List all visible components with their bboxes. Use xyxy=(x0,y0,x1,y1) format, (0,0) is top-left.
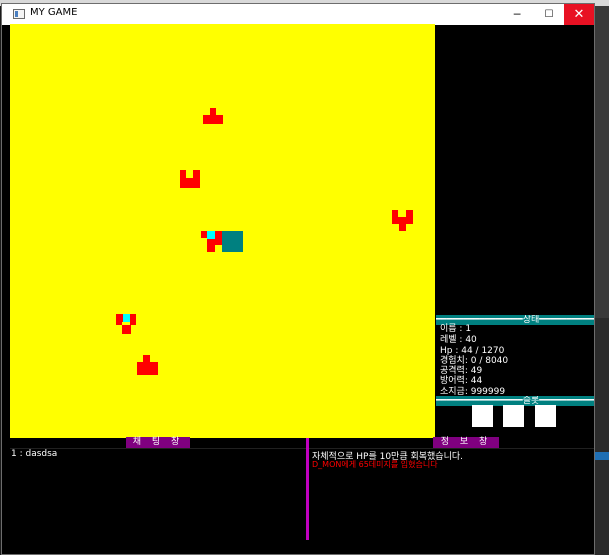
background-app xyxy=(595,318,609,555)
title-bar[interactable]: MY GAME ─ ☐ ✕ xyxy=(2,4,594,25)
player-gap xyxy=(201,245,207,252)
info-line-damage: D_MON에게 65데미지를 입혔습니다 xyxy=(312,460,438,469)
monster-part xyxy=(406,210,413,217)
window-title: MY GAME xyxy=(30,7,78,18)
monster-body xyxy=(203,115,223,124)
player-gap xyxy=(201,238,207,245)
slot-label-3: 3 xyxy=(537,405,543,415)
monster-body xyxy=(137,362,158,375)
monster-core xyxy=(123,314,130,322)
stat-defense: 방어력: 44 xyxy=(440,376,483,386)
stat-name: 이름 : 1 xyxy=(440,324,472,334)
slot-label-1: 1 xyxy=(473,405,479,415)
monster xyxy=(392,210,398,217)
maximize-button[interactable]: ☐ xyxy=(536,4,562,25)
app-icon xyxy=(13,9,25,19)
close-button[interactable]: ✕ xyxy=(564,4,594,25)
game-map[interactable] xyxy=(10,24,435,438)
monster-body xyxy=(180,178,200,188)
slot-label-2: 2 xyxy=(505,405,511,415)
info-header: 정 보 창 xyxy=(433,437,499,448)
panel-divider xyxy=(306,438,309,540)
player xyxy=(207,231,215,239)
monster-part xyxy=(193,170,200,178)
monster xyxy=(180,170,186,178)
chat-line: 1 : dasdsa xyxy=(11,449,58,459)
monster xyxy=(143,355,150,362)
bottom-separator xyxy=(10,448,594,449)
background-highlight xyxy=(595,452,609,460)
monster-part xyxy=(399,224,406,231)
monster xyxy=(210,108,216,115)
monster-body xyxy=(392,217,413,224)
monster-part xyxy=(122,325,131,334)
minimize-button[interactable]: ─ xyxy=(504,4,530,25)
chat-header: 채 팅 창 xyxy=(126,437,190,448)
teal-object xyxy=(222,231,243,252)
stat-level: 레벨 : 40 xyxy=(440,335,477,345)
